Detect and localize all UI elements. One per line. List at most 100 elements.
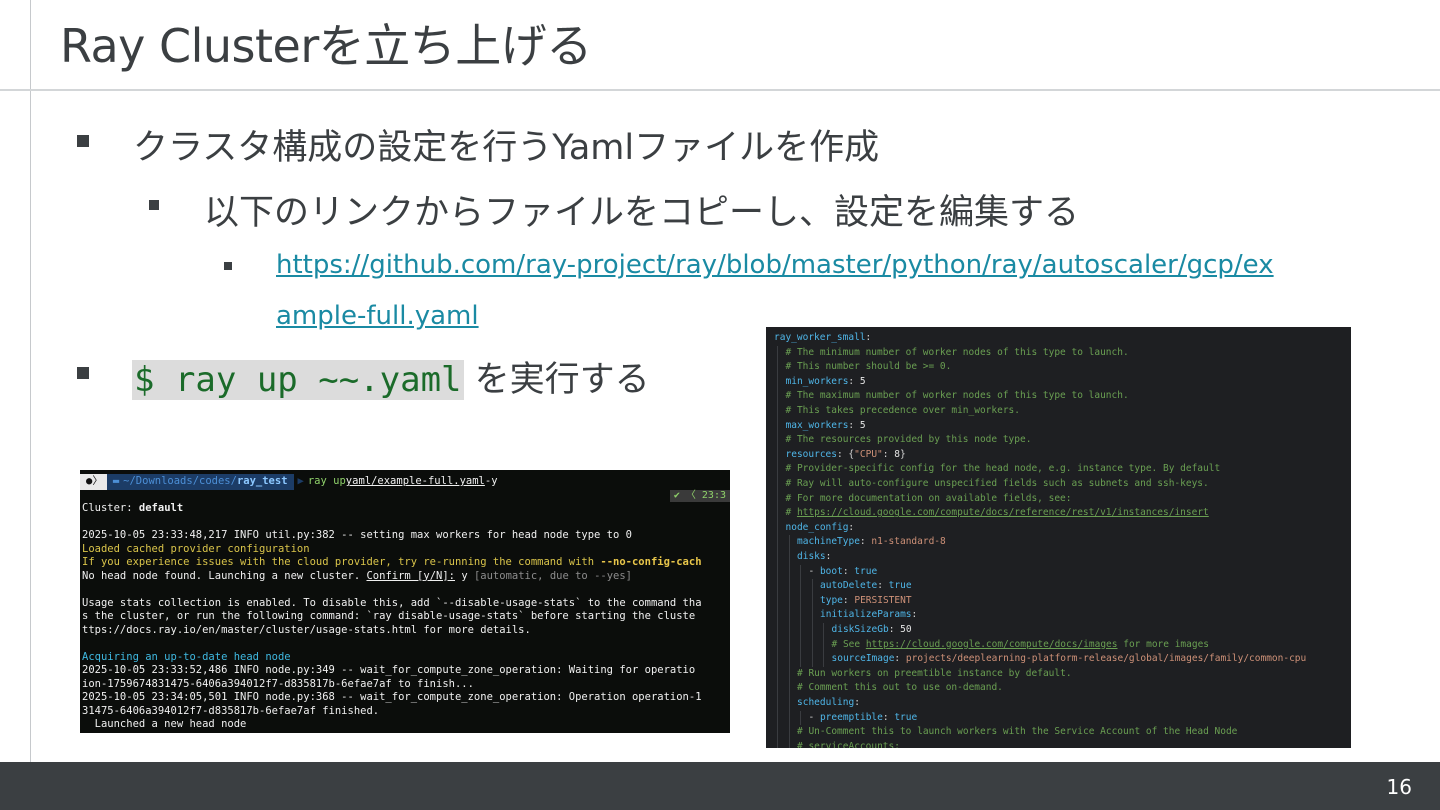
indent-guide [788,623,790,638]
terminal-line-text: Acquiring an up-to-date head node [82,650,291,663]
indent-guide [800,623,801,638]
yaml-link-line-1[interactable]: https://github.com/ray-project/ray/blob/… [276,250,1274,280]
indent-guide [777,374,778,390]
code-line: max_workers: 5 [786,419,866,434]
code-line: resources: {"CPU": 8} [786,448,906,463]
yaml-link-line-2[interactable]: ample-full.yaml [276,301,479,331]
code-line: # Ray will auto-configure unspecified fi… [786,477,1209,492]
indent-guide [811,637,813,653]
indent-guide [777,666,778,682]
code-token: # For more documentation on available fi… [785,492,1072,504]
code-token: : [865,332,872,343]
code-line: # This takes precedence over min_workers… [786,404,1021,419]
indent-guide [777,506,778,521]
terminal-line: No head node found. Launching a new clus… [82,570,730,584]
terminal-line: Loaded cached provider configuration [82,543,730,557]
code-token: # See [831,638,866,650]
page-number: 16 [1386,775,1412,799]
terminal-line: If you experience issues with the cloud … [82,556,730,570]
indent-guide [811,608,813,623]
terminal-command: ray up yaml/example-full.yaml -y [308,474,498,490]
code-token: # Un-Comment this to launch workers with… [797,726,1238,738]
bullet-text-2: 以下のリンクからファイルをコピーし、設定を編集する [204,193,1080,233]
terminal-line: ttps://docs.ray.io/en/master/cluster/usa… [82,624,730,638]
code-line: autoDelete: true [820,579,912,594]
code-token: node_config [785,521,849,533]
code-token: : [877,580,889,592]
path-prefix: ~/Downloads/codes/ [123,475,237,488]
bullet-marker-2 [149,200,159,210]
indent-guide [800,579,801,594]
indent-guide [777,520,778,536]
terminal-line: ion-1759674831475-6406a394012f7-d835817b… [82,678,730,692]
terminal-line-muted: [automatic, due to --yes] [473,569,633,582]
indent-guide [777,491,778,507]
code-token: # [785,507,797,519]
code-token: : [848,375,860,387]
terminal-line: s the cluster, or run the following comm… [82,610,730,624]
indent-guide [777,345,778,361]
code-token: 50 [900,624,912,635]
bullet-text-1: クラスタ構成の設定を行うYamlファイルを作成 [133,128,880,168]
indent-guide [811,593,813,609]
code-token: max_workers [785,419,849,431]
code-token: # This takes precedence over min_workers… [785,405,1021,416]
code-token: scheduling [797,697,855,708]
indent-guide [811,579,813,594]
right-prompt: ✔ 〈 23:3 [669,490,730,502]
terminal-line-text: 2025-10-05 23:33:52,486 INFO node.py:349… [82,664,696,676]
apple-icon: ●〉 [80,474,107,490]
terminal-line: 31475-6406a394012f7-d835817b-6efae7af fi… [82,705,730,719]
code-token: } [899,448,906,460]
code-token: # serviceAccounts: [797,740,900,748]
terminal-line: Launched a new head node [82,718,730,732]
code-token: projects/deeplearning-platform-release/g… [905,653,1307,665]
terminal-line: Usage stats collection is enabled. To di… [82,597,730,611]
code-token: 5 [859,375,866,387]
terminal-line-after: y [455,569,474,582]
indent-guide [777,360,778,375]
path-segment: ▬ ~/Downloads/codes/ray_test [106,474,294,490]
code-line: machineType: n1-standard-8 [797,535,946,550]
indent-guide [788,710,790,726]
code-line: type: PERSISTENT [820,594,912,609]
indent-guide [811,652,813,667]
terminal-line-text: Usage stats collection is enabled. To di… [82,596,702,609]
indent-guide [788,666,790,682]
folder-icon: ▬ [112,475,120,488]
code-token: : [911,609,918,621]
code-line: - preemptible: true [809,711,918,726]
bullet-marker-4 [77,367,89,379]
terminal-line-text: 2025-10-05 23:34:05,501 INFO node.py:368… [82,691,702,703]
indent-guide [777,608,778,623]
terminal-line-text: Launched a new head node [82,718,247,730]
indent-guide [777,637,778,653]
code-line: # See https://cloud.google.com/compute/d… [832,638,1210,653]
code-line: # The resources provided by this node ty… [786,433,1032,448]
code-token: preemptible [819,711,883,723]
terminal-line-flag: --no-config-cach [600,556,702,568]
indent-guide [788,725,790,740]
code-token: : [842,565,855,577]
code-line: node_config: [786,521,855,536]
terminal-line-text: No head node found. Launching a new clus… [82,569,367,582]
indent-guide [800,710,801,726]
terminal-screenshot: ●〉 ▬ ~/Downloads/codes/ray_test ▶ ray up… [80,470,730,733]
code-token: resources [785,448,837,460]
code-line: ray_worker_small: [774,331,871,346]
indent-guide [777,477,778,492]
terminal-line: 2025-10-05 23:33:48,217 INFO util.py:382… [82,529,730,543]
code-line: # serviceAccounts: [797,740,900,748]
code-token: true [854,565,878,577]
terminal-output: Cluster: default 2025-10-05 23:33:48,217 … [82,502,730,732]
indent-guide [777,623,778,638]
terminal-line: Cluster: default [82,502,730,516]
indent-guide [777,652,778,667]
code-token: disks [797,551,826,562]
indent-guide [788,696,790,711]
code-token: true [888,580,912,592]
path-dir: ray_test [236,475,288,488]
terminal-line: 2025-10-05 23:34:05,501 INFO node.py:368… [82,691,730,705]
indent-guide [788,550,790,565]
